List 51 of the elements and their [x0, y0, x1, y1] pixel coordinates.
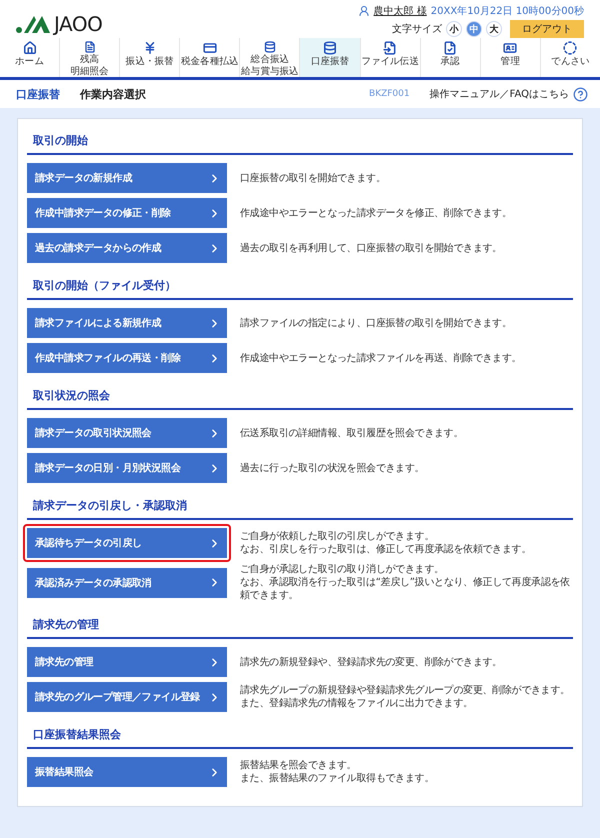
id-card-icon	[503, 41, 518, 55]
description-text: 振替結果を照会できます。	[240, 759, 358, 772]
description-text: なお、承認取消を行った取引は“差戻し”扱いとなり、修正して再度承認を依頼できます。	[240, 576, 571, 602]
yen-icon	[142, 41, 157, 55]
description-text: ご自身が依頼した取引の引戻しができます。	[240, 530, 436, 543]
file-arrow-icon	[383, 41, 398, 55]
logout-button[interactable]: ログアウト	[510, 20, 584, 38]
description-text: 口座振替の取引を開始できます。	[240, 172, 386, 184]
home-icon	[22, 41, 37, 55]
logo-text: JAOO	[54, 12, 102, 36]
page-title: 作業内容選択	[80, 86, 147, 102]
dashed-circle-icon	[563, 41, 578, 55]
file-check-icon	[443, 41, 458, 55]
user-icon	[358, 5, 370, 17]
nav-tab[interactable]: 総合振込 給与賞与振込	[239, 38, 300, 77]
nav-tab[interactable]: 口座振替	[299, 38, 360, 77]
description-text: また、登録請求先の情報をファイルに出力できます。	[240, 697, 474, 710]
database-icon	[323, 41, 338, 55]
user-name[interactable]: 農中太郎 様	[374, 4, 427, 18]
description-text: なお、引戻しを行った取引は、修正して再度承認を依頼できます。	[240, 543, 532, 556]
section-heading: 請求先の管理	[27, 607, 573, 639]
card-icon	[202, 41, 217, 55]
description-text: 請求ファイルの指定により、口座振替の取引を開始できます。	[240, 316, 512, 330]
description-text: 過去に行った取引の状況を照会できます。	[240, 462, 424, 474]
datetime: 20XX年10月22日 10時00分00秒	[430, 4, 584, 18]
menu-button[interactable]: 承認待ちデータの引戻し	[23, 524, 231, 562]
nav-tab[interactable]: ファイル伝送	[360, 38, 420, 77]
nav-tab[interactable]: 税金各種払込	[179, 38, 240, 77]
description-text: また、振替結果のファイル取得もできます。	[240, 772, 434, 785]
font-size-button[interactable]: 大	[486, 21, 502, 37]
description-text: 作成途中やエラーとなった請求ファイルを再送、削除できます。	[240, 352, 522, 364]
section-heading: 取引の開始（ファイル受付）	[27, 268, 573, 300]
description-text: 請求先の新規登録や、登録請求先の変更、削除ができます。	[240, 656, 502, 668]
section-heading: 取引状況の照会	[27, 378, 573, 410]
font-size-button[interactable]: 小	[446, 21, 462, 37]
description-text: 作成途中やエラーとなった請求データを修正、削除できます。	[240, 206, 512, 220]
description-text: ご自身が承認した取引の取り消しができます。	[240, 563, 445, 576]
screen-id: BKZF001	[369, 89, 410, 99]
logo-icon	[16, 14, 50, 34]
section-heading: 取引の開始	[27, 123, 573, 155]
document-icon	[82, 41, 97, 53]
section-title: 口座振替	[16, 86, 60, 102]
database-icon	[262, 41, 277, 53]
description-text: 過去の取引を再利用して、口座振替の取引を開始できます。	[240, 242, 502, 254]
description-text: 請求先グループの新規登録や登録請求先グループの変更、削除ができます。	[240, 684, 570, 697]
section-heading: 請求データの引戻し・承認取消	[27, 488, 573, 520]
help-link[interactable]: 操作マニュアル／FAQはこちら	[430, 86, 588, 102]
section-heading: 口座振替結果照会	[27, 717, 573, 749]
help-icon[interactable]	[573, 86, 588, 102]
description-text: 伝送系取引の詳細情報、取引履歴を照会できます。	[240, 426, 464, 440]
font-size-label: 文字サイズ	[392, 22, 442, 36]
